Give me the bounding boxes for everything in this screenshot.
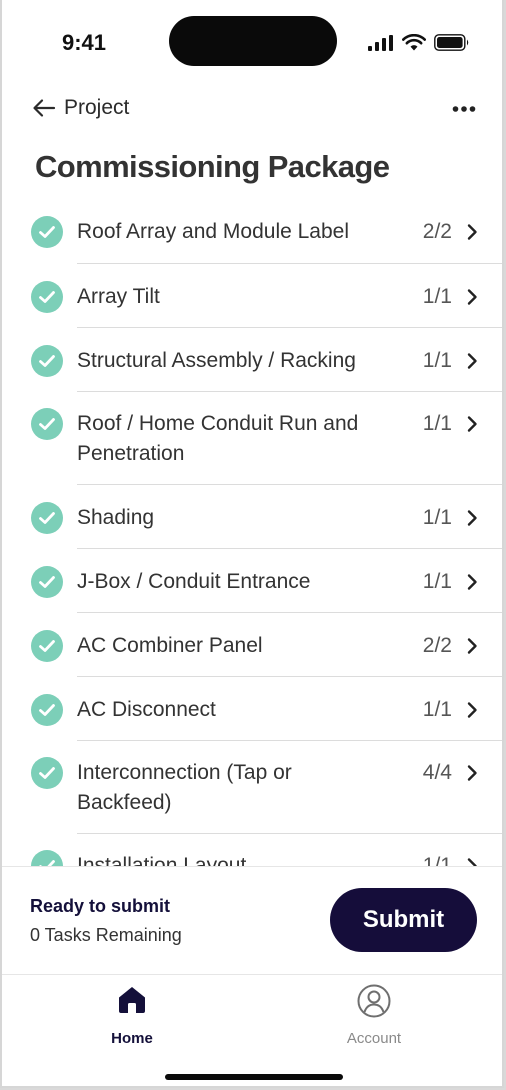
task-row[interactable]: J-Box / Conduit Entrance 1/1 (2, 549, 502, 613)
chevron-right-icon (467, 638, 477, 654)
chevron-right-icon (467, 224, 477, 240)
chevron-right-icon (467, 574, 477, 590)
task-label: Array Tilt (77, 285, 160, 308)
task-list: Roof Array and Module Label 2/2 Array Ti… (2, 200, 502, 866)
task-label: Roof / Home Conduit Run and Penetration (77, 412, 359, 465)
task-count: 1/1 (422, 570, 452, 593)
wifi-icon (402, 34, 426, 51)
task-count: 1/1 (422, 506, 452, 529)
task-label: J-Box / Conduit Entrance (77, 570, 311, 593)
tab-account[interactable]: Account (314, 984, 434, 1047)
home-icon (119, 987, 145, 1013)
dynamic-island (169, 16, 337, 66)
task-count: 1/1 (422, 854, 452, 866)
check-circle-icon (31, 850, 63, 866)
task-count: 1/1 (422, 349, 452, 372)
page-title: Commissioning Package (35, 149, 390, 184)
tasks-remaining-text: 0 Tasks Remaining (30, 925, 182, 945)
task-count: 1/1 (422, 698, 452, 721)
task-count: 1/1 (422, 285, 452, 308)
more-horizontal-icon (452, 106, 476, 112)
chevron-right-icon (467, 353, 477, 369)
task-label: AC Combiner Panel (77, 634, 263, 657)
chevron-right-icon (467, 416, 477, 432)
cellular-signal-icon (368, 34, 393, 51)
check-circle-icon (31, 757, 63, 789)
tab-home[interactable]: Home (72, 984, 192, 1047)
account-icon (357, 984, 391, 1018)
phone-screen: 9:41 Project Commissioning Package Roof … (0, 0, 504, 1088)
check-circle-icon (31, 216, 63, 248)
task-row[interactable]: Interconnection (Tap or Backfeed) 4/4 (2, 741, 502, 834)
task-row[interactable]: AC Disconnect 1/1 (2, 677, 502, 741)
tab-bar: Home Account (2, 976, 502, 1086)
task-label: Interconnection (Tap or Backfeed) (77, 761, 292, 814)
status-bar: 9:41 (2, 0, 502, 80)
status-icons (368, 34, 470, 51)
check-circle-icon (31, 694, 63, 726)
task-label: Roof Array and Module Label (77, 220, 350, 243)
check-circle-icon (31, 566, 63, 598)
task-count: 2/2 (422, 634, 452, 657)
tab-home-label: Home (111, 1030, 153, 1047)
arrow-left-icon (33, 99, 56, 117)
nav-header: Project (32, 96, 476, 128)
task-count: 2/2 (422, 220, 452, 243)
tab-account-label: Account (346, 1030, 402, 1047)
check-circle-icon (31, 281, 63, 313)
submit-footer: Ready to submit 0 Tasks Remaining Submit (2, 866, 502, 975)
task-row[interactable]: Array Tilt 1/1 (2, 264, 502, 328)
home-indicator (165, 1074, 343, 1080)
chevron-right-icon (467, 858, 477, 866)
task-row[interactable]: Shading 1/1 (2, 485, 502, 549)
chevron-right-icon (467, 765, 477, 781)
more-options-button[interactable] (452, 100, 476, 118)
check-circle-icon (31, 502, 63, 534)
check-circle-icon (31, 630, 63, 662)
task-label: Shading (77, 506, 155, 529)
ready-status-title: Ready to submit (30, 896, 171, 916)
task-row[interactable]: Structural Assembly / Racking 1/1 (2, 328, 502, 392)
task-row[interactable]: Roof / Home Conduit Run and Penetration … (2, 392, 502, 485)
task-count: 4/4 (422, 761, 452, 784)
submit-button[interactable]: Submit (330, 888, 477, 952)
task-count: 1/1 (422, 412, 452, 435)
task-label: Structural Assembly / Racking (77, 349, 356, 372)
battery-icon (434, 34, 469, 51)
chevron-right-icon (467, 702, 477, 718)
status-time: 9:41 (62, 30, 107, 55)
back-label: Project (64, 96, 130, 119)
task-label: Installation Layout (77, 854, 247, 866)
chevron-right-icon (467, 510, 477, 526)
check-circle-icon (31, 408, 63, 440)
task-row[interactable]: Installation Layout 1/1 (2, 834, 502, 866)
task-label: AC Disconnect (77, 698, 216, 721)
task-row[interactable]: AC Combiner Panel 2/2 (2, 613, 502, 677)
check-circle-icon (31, 345, 63, 377)
back-button[interactable]: Project (32, 96, 129, 120)
task-row[interactable]: Roof Array and Module Label 2/2 (2, 200, 502, 264)
chevron-right-icon (467, 289, 477, 305)
